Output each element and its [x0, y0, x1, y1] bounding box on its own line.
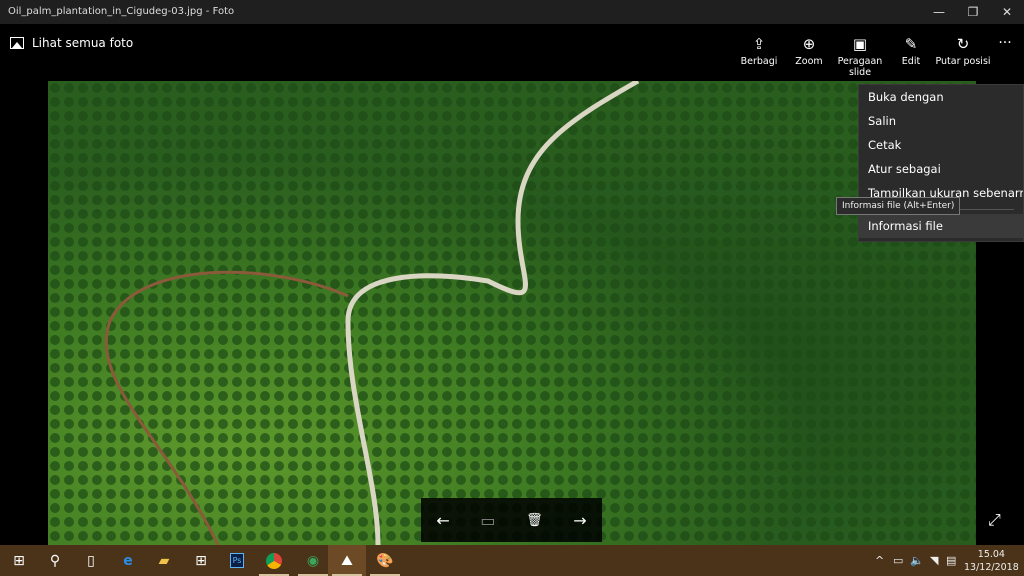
more-button[interactable]: ··· [990, 36, 1020, 50]
see-all-photos-label: Lihat semua foto [32, 36, 134, 50]
more-menu: Buka dengan Salin Cetak Atur sebagai Tam… [858, 84, 1024, 242]
info-icon[interactable]: ▭ [480, 511, 495, 530]
photo-nav-bar: ← ▭ 🗑 → [421, 498, 602, 542]
rotate-button[interactable]: ↻ Putar posisi [932, 34, 994, 67]
task-view-button[interactable]: ▯ [72, 545, 110, 576]
plantation-image [48, 81, 976, 545]
window-title: Oil_palm_plantation_in_Cigudeg-03.jpg - … [8, 6, 235, 17]
search-button[interactable]: ⚲ [36, 545, 74, 576]
slideshow-label: Peragaan slide [837, 56, 883, 78]
zoom-icon: ⊕ [802, 35, 816, 53]
tooltip: Informasi file (Alt+Enter) [836, 197, 961, 215]
edit-button[interactable]: ✎ Edit [883, 34, 939, 67]
edge-icon: e [123, 552, 133, 569]
search-icon: ⚲ [49, 552, 61, 569]
notifications-icon[interactable]: ▤ [946, 554, 956, 567]
edit-label: Edit [901, 56, 921, 67]
share-label: Berbagi [740, 56, 778, 67]
taskbar-paint[interactable]: 🎨 [366, 545, 404, 576]
battery-icon[interactable]: ▭ [893, 554, 903, 567]
taskbar-idm[interactable]: ◉ [294, 545, 332, 576]
minimize-button[interactable]: — [922, 0, 956, 24]
slideshow-icon: ▣ [852, 35, 868, 53]
menu-item-print[interactable]: Cetak [859, 133, 1023, 157]
task-view-icon: ▯ [87, 552, 95, 569]
chrome-icon [266, 552, 282, 569]
taskbar-chrome[interactable] [255, 545, 293, 576]
restore-button[interactable]: ❐ [956, 0, 990, 24]
store-icon: ⊞ [195, 552, 207, 569]
menu-item-copy[interactable]: Salin [859, 109, 1023, 133]
close-button[interactable]: ✕ [990, 0, 1024, 24]
see-all-photos-button[interactable]: Lihat semua foto [10, 36, 133, 50]
taskbar-photoshop[interactable]: Ps [218, 545, 256, 576]
rotate-icon: ↻ [956, 35, 970, 53]
next-button[interactable]: → [573, 511, 586, 530]
photoshop-icon: Ps [229, 553, 245, 568]
slideshow-button[interactable]: ▣ Peragaan slide [832, 34, 888, 78]
photos-icon: ⛰ [341, 552, 353, 569]
share-icon: ⇪ [752, 35, 766, 53]
download-manager-icon: ◉ [306, 552, 320, 569]
share-button[interactable]: ⇪ Berbagi [731, 34, 787, 67]
title-bar: Oil_palm_plantation_in_Cigudeg-03.jpg - … [0, 0, 1024, 24]
taskbar: ⊞ ⚲ ▯ e ▰ ⊞ Ps ◉ ⛰ 🎨 ^ ▭ 🔈 ◥ ▤ 15.04 13/1… [0, 545, 1024, 576]
zoom-label: Zoom [795, 56, 823, 67]
edit-icon: ✎ [904, 35, 918, 53]
clock[interactable]: 15.04 13/12/2018 [964, 548, 1019, 574]
paint-icon: 🎨 [376, 552, 394, 569]
time: 15.04 [977, 549, 1005, 560]
zoom-button[interactable]: ⊕ Zoom [781, 34, 837, 67]
rotate-label: Putar posisi [935, 56, 991, 67]
folder-icon: ▰ [158, 552, 170, 569]
windows-icon: ⊞ [13, 552, 25, 569]
taskbar-photos[interactable]: ⛰ [328, 545, 366, 576]
menu-item-set-as[interactable]: Atur sebagai [859, 157, 1023, 181]
taskbar-explorer[interactable]: ▰ [145, 545, 183, 576]
date: 13/12/2018 [964, 562, 1019, 573]
previous-button[interactable]: ← [436, 511, 449, 530]
taskbar-edge[interactable]: e [109, 545, 147, 576]
photo-view[interactable] [48, 81, 976, 545]
start-button[interactable]: ⊞ [0, 545, 38, 576]
menu-item-file-info[interactable]: Informasi file [859, 214, 1023, 238]
fullscreen-button[interactable]: ⤢ [988, 510, 1001, 530]
wifi-icon[interactable]: ◥ [930, 554, 938, 567]
menu-item-open-with[interactable]: Buka dengan [859, 85, 1023, 109]
show-hidden-icons[interactable]: ^ [875, 554, 884, 567]
delete-button[interactable]: 🗑 [526, 513, 543, 528]
taskbar-store[interactable]: ⊞ [182, 545, 220, 576]
volume-icon[interactable]: 🔈 [910, 554, 924, 567]
photo-icon [10, 37, 24, 49]
app-bar: Lihat semua foto ⇪ Berbagi ⊕ Zoom ▣ Peragaa… [0, 24, 1024, 81]
